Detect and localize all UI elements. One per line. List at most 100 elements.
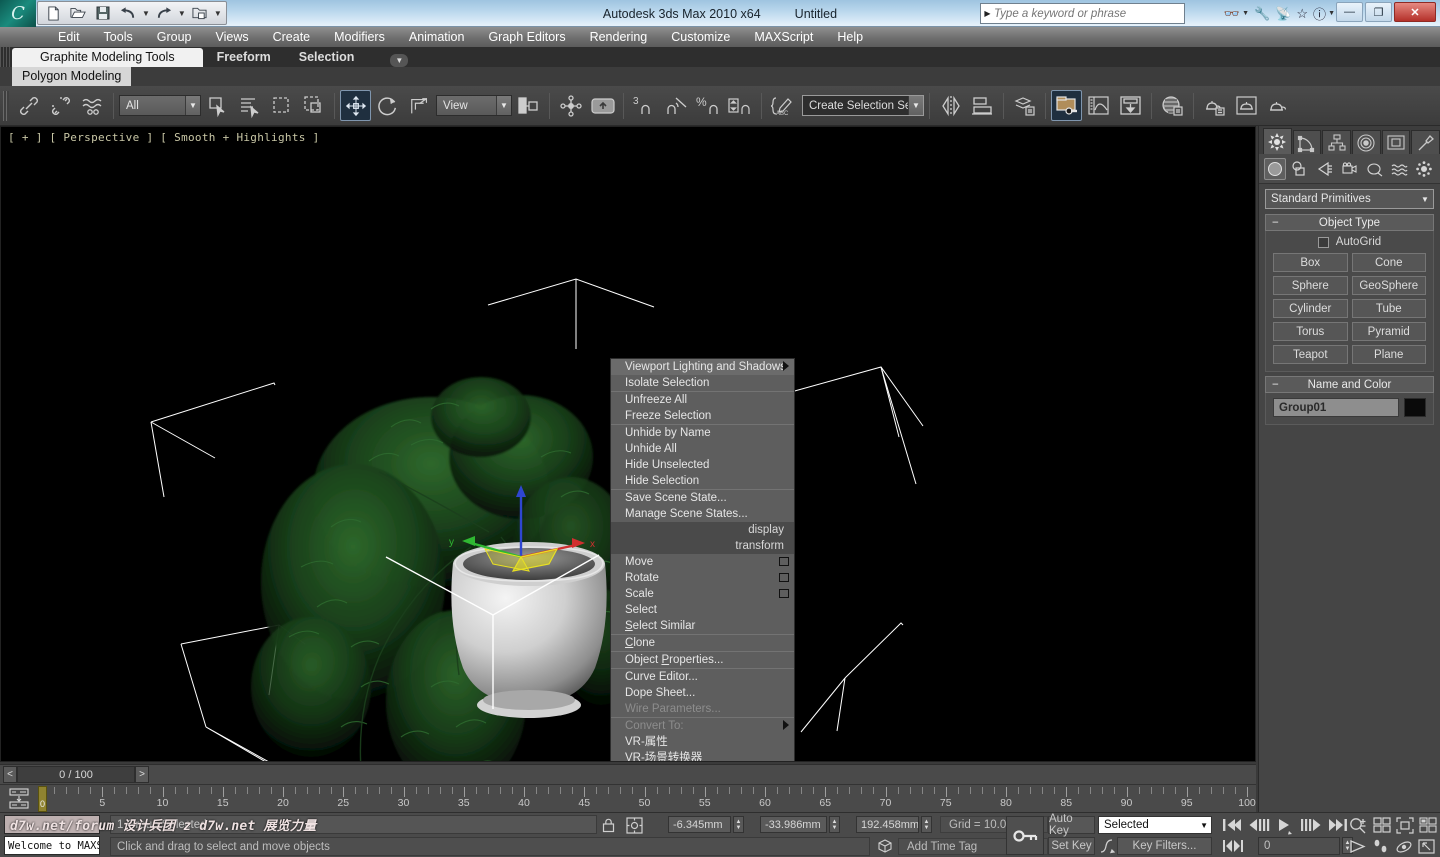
quad-menu-item-1-12[interactable]: VR-场景转换器: [611, 750, 794, 761]
ribbon-grip[interactable]: [0, 47, 12, 67]
select-by-name-icon[interactable]: [234, 90, 265, 121]
select-and-manipulate-icon[interactable]: [555, 90, 586, 121]
quad-menu-item-0-5[interactable]: Unhide All: [611, 441, 794, 457]
search-input[interactable]: [994, 7, 1172, 20]
menu-item-create[interactable]: Create: [261, 27, 323, 47]
render-setup-icon[interactable]: [1051, 90, 1082, 121]
zoom-icon[interactable]: [1349, 817, 1367, 839]
menu-item-group[interactable]: Group: [145, 27, 204, 47]
quad-menu-item-0-9[interactable]: Manage Scene States...: [611, 506, 794, 522]
play-animation-icon[interactable]: [1277, 818, 1295, 839]
ribbon-tab-graphite-modeling-tools[interactable]: Graphite Modeling Tools: [12, 48, 203, 67]
ribbon-panel-polygon-modeling[interactable]: Polygon Modeling: [12, 67, 132, 86]
object-category-dropdown[interactable]: Standard Primitives ▼: [1265, 189, 1434, 209]
utilities-tab[interactable]: [1411, 130, 1440, 154]
toolbar-grip[interactable]: [3, 90, 9, 121]
object-type-button-plane[interactable]: Plane: [1351, 345, 1426, 364]
quick-access-toolbar[interactable]: ▼ ▼ ▼: [37, 1, 227, 25]
settings-dialog-icon[interactable]: [779, 589, 789, 598]
quad-menu-item-0-0[interactable]: Viewport Lighting and Shadows: [611, 359, 794, 375]
material-editor-icon[interactable]: [1157, 90, 1188, 121]
lock-selection-icon[interactable]: [601, 818, 616, 838]
quad-menu-item-1-2[interactable]: Scale: [611, 586, 794, 602]
settings-dialog-icon[interactable]: [779, 557, 789, 566]
key-mode-toggle-icon[interactable]: [1222, 839, 1244, 857]
help-dropdown-icon[interactable]: ▼: [1328, 10, 1335, 17]
select-and-move-icon[interactable]: [340, 90, 371, 121]
zoom-extents-icon[interactable]: [1396, 817, 1414, 839]
menu-item-views[interactable]: Views: [203, 27, 260, 47]
autogrid-checkbox[interactable]: [1317, 236, 1329, 248]
ribbon-tab-freeform[interactable]: Freeform: [203, 48, 285, 67]
object-type-button-teapot[interactable]: Teapot: [1273, 345, 1348, 364]
cameras-icon[interactable]: [1339, 158, 1361, 180]
object-type-button-box[interactable]: Box: [1273, 253, 1348, 272]
zoom-extents-all-icon[interactable]: [1419, 817, 1437, 839]
object-name-input[interactable]: Group01: [1273, 398, 1399, 417]
helpers-icon[interactable]: [1363, 158, 1385, 180]
open-mini-curve-editor-icon[interactable]: [8, 788, 34, 810]
current-frame-field[interactable]: 0: [1258, 837, 1340, 855]
walk-through-icon[interactable]: [1372, 839, 1390, 857]
geometry-icon[interactable]: [1264, 157, 1286, 180]
arc-rotate-icon[interactable]: [1395, 839, 1413, 857]
chevron-down-icon[interactable]: ▼: [185, 96, 200, 115]
object-color-swatch[interactable]: [1404, 398, 1426, 417]
object-type-button-torus[interactable]: Torus: [1273, 322, 1348, 341]
goto-end-icon[interactable]: [1328, 818, 1348, 837]
next-frame-button[interactable]: >: [135, 766, 149, 783]
quad-menu-item-1-3[interactable]: Select: [611, 602, 794, 618]
quad-menu-item-1-1[interactable]: Rotate: [611, 570, 794, 586]
quad-menu-item-1-7[interactable]: Curve Editor...: [611, 669, 794, 685]
object-type-button-sphere[interactable]: Sphere: [1273, 276, 1348, 295]
y-coordinate-spinner[interactable]: ▲ ▼: [829, 816, 840, 833]
next-frame-icon[interactable]: [1300, 818, 1322, 837]
menu-item-maxscript[interactable]: MAXScript: [742, 27, 825, 47]
named-selection-set-dropdown[interactable]: Create Selection Set ▼: [802, 95, 924, 116]
motion-tab[interactable]: [1352, 130, 1381, 154]
redo-icon[interactable]: [153, 3, 175, 23]
subscription-icon[interactable]: 🔧: [1254, 6, 1270, 22]
menu-item-customize[interactable]: Customize: [659, 27, 742, 47]
minimize-button[interactable]: —: [1336, 2, 1363, 22]
key-filters-button[interactable]: Key Filters...: [1117, 837, 1212, 855]
new-icon[interactable]: [42, 3, 64, 23]
rollout-collapse-icon[interactable]: −: [1272, 379, 1279, 391]
previous-frame-icon[interactable]: [1248, 818, 1270, 837]
rollout-collapse-icon[interactable]: −: [1272, 217, 1279, 229]
maxscript-welcome-line[interactable]: Welcome to MAXScript: [4, 836, 100, 855]
object-type-button-geosphere[interactable]: GeoSphere: [1351, 276, 1426, 295]
zoom-all-icon[interactable]: [1373, 817, 1391, 839]
quad-menu-item-0-4[interactable]: Unhide by Name: [611, 425, 794, 441]
object-type-button-pyramid[interactable]: Pyramid: [1351, 322, 1426, 341]
keyboard-shortcut-override-icon[interactable]: [587, 90, 618, 121]
absolute-relative-transform-icon[interactable]: [626, 817, 643, 839]
close-button[interactable]: ✕: [1394, 2, 1436, 22]
quad-menu-item-0-3[interactable]: Freeze Selection: [611, 408, 794, 424]
x-coordinate-spinner[interactable]: ▲ ▼: [733, 816, 744, 833]
field-of-view-icon[interactable]: [1349, 839, 1367, 857]
z-coordinate-spinner[interactable]: ▲ ▼: [921, 816, 932, 833]
unlink-selection-icon[interactable]: [45, 90, 76, 121]
schematic-view-icon[interactable]: [1115, 90, 1146, 121]
object-type-button-tube[interactable]: Tube: [1351, 299, 1426, 318]
goto-start-icon[interactable]: [1222, 818, 1242, 837]
help-icon[interactable]: ⓘ: [1313, 4, 1326, 23]
ribbon-tab-selection[interactable]: Selection: [285, 48, 369, 67]
set-key-button[interactable]: Set Key: [1048, 837, 1095, 855]
infocenter-dropdown-icon[interactable]: ▼: [1242, 10, 1249, 17]
quad-menu-item-1-0[interactable]: Move: [611, 554, 794, 570]
previous-frame-button[interactable]: <: [3, 766, 17, 783]
chevron-down-icon[interactable]: ▼: [1200, 821, 1208, 830]
autogrid-row[interactable]: AutoGrid: [1273, 236, 1426, 248]
track-bar[interactable]: 5 10 15 20 25 30 35 40 45 50 55 60 65 70 75 80 85 90 95 100…: [0, 784, 1256, 812]
y-coordinate-field[interactable]: Y: -33.986mm: [760, 816, 827, 833]
name-and-color-rollout-header[interactable]: − Name and Color: [1265, 376, 1434, 393]
layer-manager-icon[interactable]: [1009, 90, 1040, 121]
shapes-icon[interactable]: [1289, 158, 1311, 180]
menu-item-help[interactable]: Help: [825, 27, 875, 47]
qat-customize-icon[interactable]: ▼: [214, 9, 222, 18]
spinner-snap-toggle-icon[interactable]: [725, 90, 756, 121]
perspective-viewport[interactable]: [ + ] [ Perspective ] [ Smooth + Highlig…: [0, 126, 1256, 762]
selection-filter-dropdown[interactable]: All ▼: [119, 95, 201, 116]
